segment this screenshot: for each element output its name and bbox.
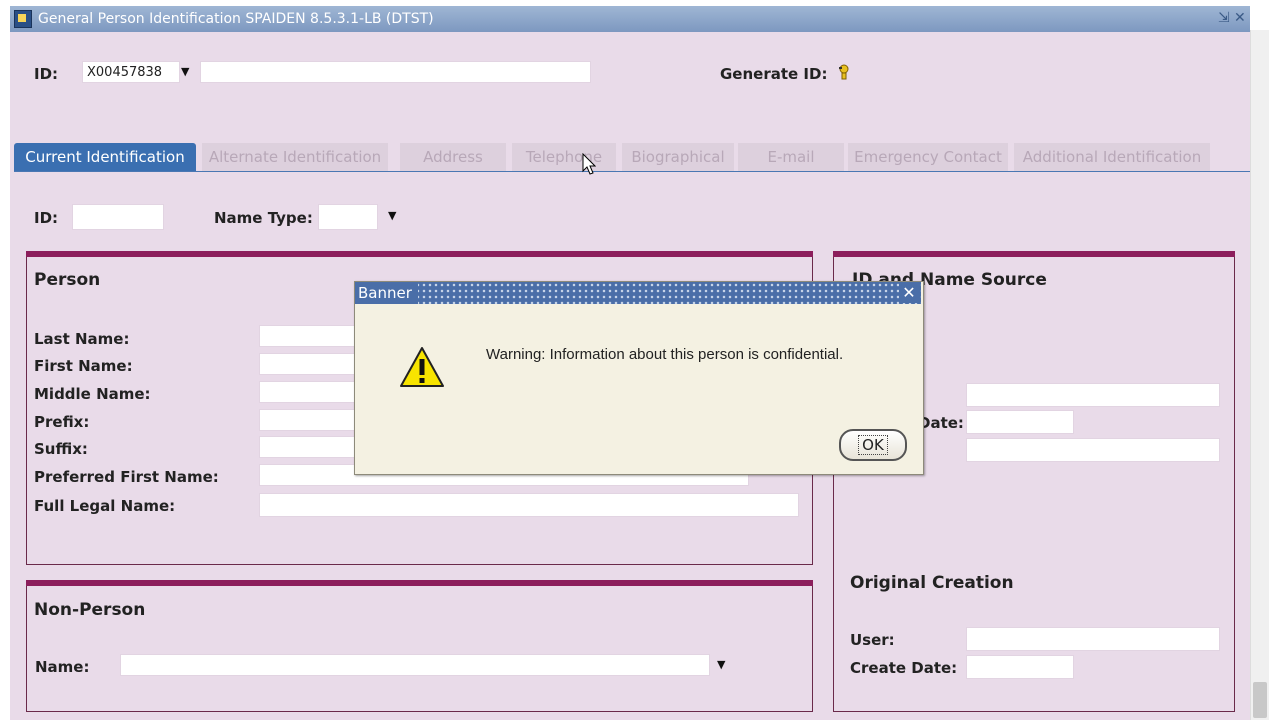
mouse-cursor-icon (582, 153, 596, 175)
tab-address[interactable]: Address (400, 143, 506, 171)
warning-dialog: Banner ✕ Warning: Information about this… (354, 281, 924, 475)
creation-user-label: User: (850, 631, 895, 649)
dialog-title-bar[interactable]: Banner ✕ (355, 282, 921, 304)
non-person-name-input[interactable] (120, 654, 710, 676)
creation-user-input[interactable] (966, 627, 1220, 651)
tab-strip: Current Identification Alternate Identif… (14, 143, 1250, 171)
tab-email[interactable]: E-mail (738, 143, 844, 171)
original-creation-heading: Original Creation (850, 573, 1014, 593)
key-id-label: ID: (34, 65, 59, 83)
id-lookup-dropdown-icon[interactable]: ▼ (181, 65, 189, 78)
full-legal-name-input[interactable] (259, 493, 799, 517)
preferred-first-name-label: Preferred First Name: (34, 468, 219, 486)
current-id-label: ID: (34, 209, 59, 227)
ok-button-label: OK (858, 435, 888, 455)
tab-current-identification[interactable]: Current Identification (14, 143, 196, 171)
dialog-title: Banner (355, 282, 418, 304)
prefix-label: Prefix: (34, 413, 90, 431)
key-id-input[interactable]: X00457838 (82, 61, 180, 83)
title-bar: General Person Identification SPAIDEN 8.… (10, 6, 1250, 32)
suffix-label: Suffix: (34, 440, 88, 458)
tab-biographical[interactable]: Biographical (622, 143, 734, 171)
vertical-scrollbar[interactable] (1250, 30, 1269, 720)
full-legal-name-label: Full Legal Name: (34, 497, 176, 515)
create-date-input[interactable] (966, 655, 1074, 679)
update-user-input[interactable] (966, 383, 1220, 407)
key-name-input[interactable] (200, 61, 591, 83)
tab-telephone[interactable]: Telephone (512, 143, 616, 171)
middle-name-label: Middle Name: (34, 385, 151, 403)
create-date-label: Create Date: (850, 659, 958, 677)
tab-additional-identification[interactable]: Additional Identification (1014, 143, 1210, 171)
current-id-input[interactable] (72, 204, 164, 230)
name-type-label: Name Type: (214, 209, 313, 227)
non-person-heading: Non-Person (34, 600, 146, 620)
update-origin-input[interactable] (966, 438, 1220, 462)
person-heading: Person (34, 270, 101, 290)
app-icon (14, 10, 32, 28)
scrollbar-thumb[interactable] (1253, 682, 1267, 718)
non-person-name-label: Name: (35, 658, 90, 676)
activity-date-label: Date: (918, 414, 964, 432)
tab-emergency-contact[interactable]: Emergency Contact (848, 143, 1008, 171)
dialog-close-icon[interactable]: ✕ (899, 283, 919, 303)
generate-id-icon[interactable] (836, 63, 852, 81)
restore-icon[interactable]: ⇲ (1218, 10, 1230, 26)
dialog-message: Warning: Information about this person i… (486, 346, 844, 363)
name-type-input[interactable] (318, 204, 378, 230)
last-name-label: Last Name: (34, 330, 130, 348)
warning-icon (400, 347, 444, 387)
first-name-label: First Name: (34, 357, 133, 375)
name-type-dropdown-icon[interactable]: ▼ (388, 209, 396, 222)
window-title: General Person Identification SPAIDEN 8.… (38, 11, 434, 27)
ok-button[interactable]: OK (839, 429, 907, 461)
non-person-name-dropdown-icon[interactable]: ▼ (717, 658, 725, 671)
close-icon[interactable]: ✕ (1234, 10, 1246, 26)
non-person-panel: Non-Person Name: ▼ (26, 586, 813, 712)
activity-date-input[interactable] (966, 410, 1074, 434)
generate-id-label: Generate ID: (720, 65, 828, 83)
tab-divider (14, 171, 1250, 172)
tab-alternate-identification[interactable]: Alternate Identification (202, 143, 388, 171)
